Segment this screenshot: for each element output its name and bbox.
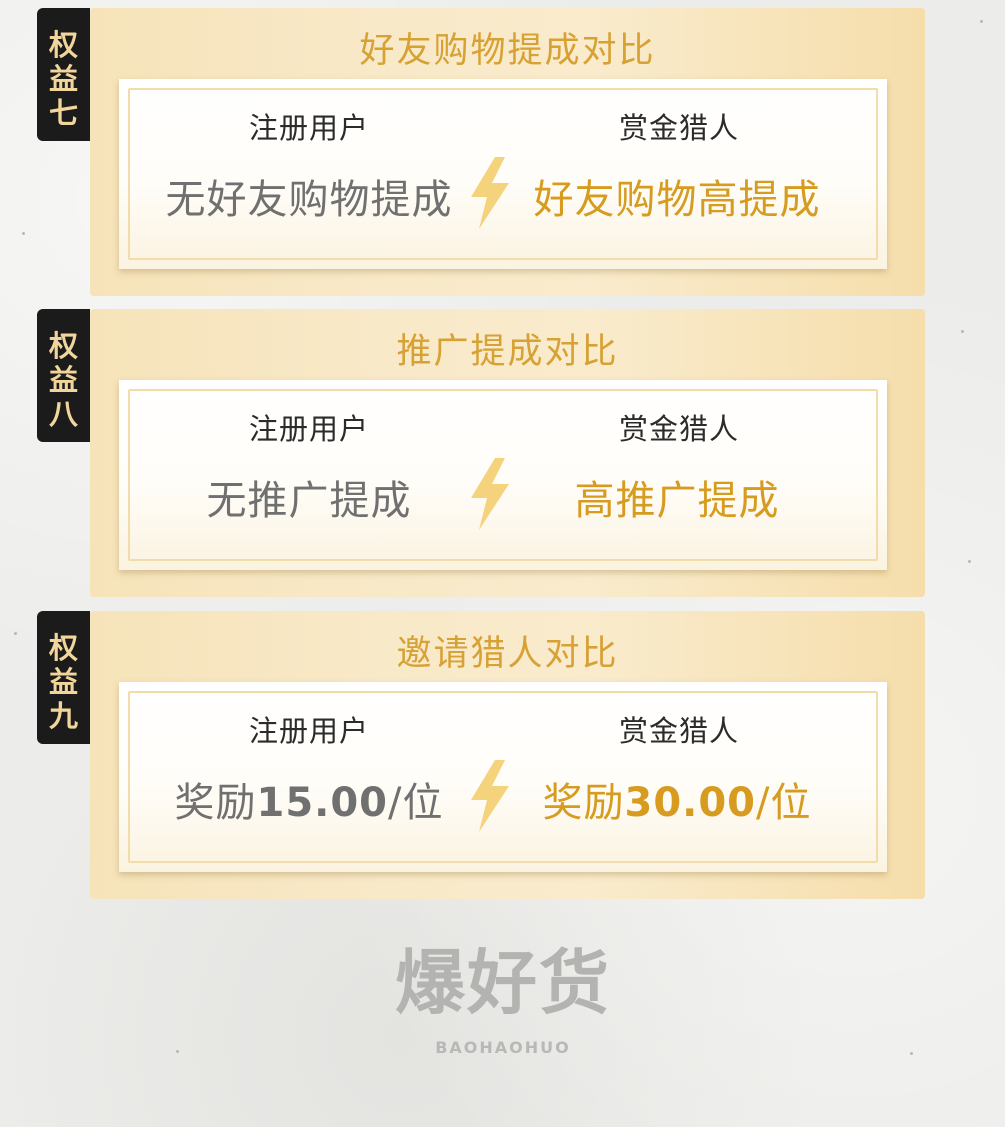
registered-user-label: 注册用户 (248, 714, 369, 748)
reward-suffix: /位 (756, 780, 812, 826)
tag-char: 权 (48, 631, 78, 665)
registered-user-value: 无好友购物提成 (165, 177, 453, 223)
card-title: 好友购物提成对比 (359, 31, 656, 71)
texture-speck (968, 560, 971, 563)
bounty-hunter-reward: 奖励30.00/位 (497, 770, 857, 828)
benefit-tag-8: 权 益 八 (37, 309, 90, 442)
tag-char: 益 (48, 62, 78, 96)
brand-logo: 爆好货 BAOHAOHUO (372, 938, 634, 1068)
benefit-card-7: 好友购物提成对比 注册用户 赏金猎人 无好友购物提成 好友购物高提成 (90, 8, 925, 296)
registered-user-label: 注册用户 (248, 412, 369, 446)
comparison-panel: 注册用户 赏金猎人 奖励15.00/位 奖励30.00/位 (119, 682, 887, 872)
registered-user-value: 无推广提成 (206, 478, 412, 524)
bounty-hunter-value: 高推广提成 (574, 478, 780, 524)
reward-amount: 30.00 (624, 780, 757, 826)
comparison-panel: 注册用户 赏金猎人 无推广提成 高推广提成 (119, 380, 887, 570)
bounty-hunter-value: 好友购物高提成 (533, 177, 821, 223)
logo-pinyin: BAOHAOHUO (435, 1038, 571, 1057)
texture-speck (14, 632, 17, 635)
reward-prefix: 奖励 (174, 780, 257, 826)
benefit-card-9: 邀请猎人对比 注册用户 赏金猎人 奖励15.00/位 奖励30.00/位 (90, 611, 925, 899)
tag-char: 九 (48, 699, 78, 733)
tag-char: 益 (48, 363, 78, 397)
reward-amount: 15.00 (256, 780, 389, 826)
tag-char: 益 (48, 665, 78, 699)
bounty-hunter-label: 赏金猎人 (618, 412, 739, 446)
texture-speck (176, 1050, 179, 1053)
tag-char: 八 (48, 397, 78, 431)
benefit-card-8: 推广提成对比 注册用户 赏金猎人 无推广提成 高推广提成 (90, 309, 925, 597)
registered-user-reward: 奖励15.00/位 (129, 770, 489, 828)
bounty-hunter-label: 赏金猎人 (618, 714, 739, 748)
texture-speck (910, 1052, 913, 1055)
comparison-panel: 注册用户 赏金猎人 无好友购物提成 好友购物高提成 (119, 79, 887, 269)
logo-wordmark: 爆好货 (395, 942, 611, 1024)
benefit-tag-7: 权 益 七 (37, 8, 90, 141)
bounty-hunter-label: 赏金猎人 (618, 111, 739, 145)
texture-speck (961, 330, 964, 333)
card-title: 邀请猎人对比 (396, 634, 619, 674)
reward-prefix: 奖励 (542, 780, 625, 826)
texture-speck (22, 232, 25, 235)
tag-char: 权 (48, 28, 78, 62)
texture-speck (980, 20, 983, 23)
tag-char: 七 (48, 96, 78, 130)
reward-suffix: /位 (388, 780, 444, 826)
tag-char: 权 (48, 329, 78, 363)
benefit-tag-9: 权 益 九 (37, 611, 90, 744)
registered-user-label: 注册用户 (248, 111, 369, 145)
card-title: 推广提成对比 (396, 332, 619, 372)
